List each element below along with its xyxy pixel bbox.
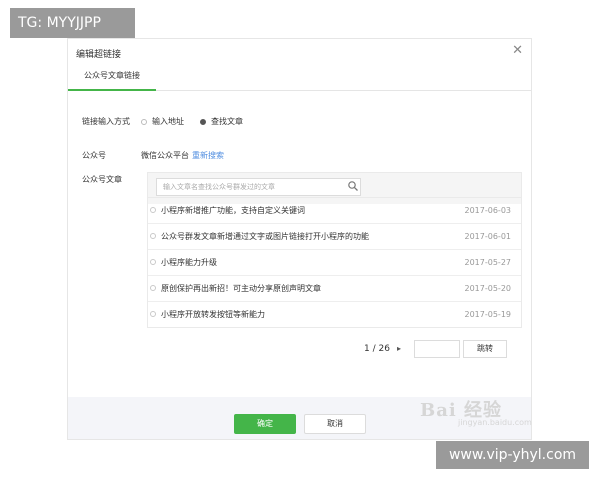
page-jump-input[interactable] bbox=[414, 340, 460, 358]
search-icon[interactable] bbox=[347, 180, 359, 192]
article-item[interactable]: 小程序能力升级 2017-05-27 bbox=[148, 250, 521, 276]
radio-selected-icon bbox=[200, 118, 206, 125]
cancel-button[interactable]: 取消 bbox=[304, 414, 366, 434]
radio-icon bbox=[150, 311, 156, 317]
next-page-icon[interactable]: ▸ bbox=[397, 344, 401, 353]
radio-icon bbox=[150, 259, 156, 265]
article-date: 2017-06-01 bbox=[464, 232, 512, 241]
radio-label: 查找文章 bbox=[211, 117, 243, 126]
page-jump-button[interactable]: 跳转 bbox=[463, 340, 507, 358]
article-title: 公众号群发文章新增通过文字或图片链接打开小程序的功能 bbox=[161, 232, 369, 241]
dialog-tabs: 公众号文章链接 bbox=[68, 63, 531, 91]
tab-article-link[interactable]: 公众号文章链接 bbox=[68, 63, 156, 91]
article-item[interactable]: 公众号群发文章新增通过文字或图片链接打开小程序的功能 2017-06-01 bbox=[148, 224, 521, 250]
article-list: 小程序新增推广功能，支持自定义关键词 2017-06-03 公众号群发文章新增通… bbox=[147, 197, 522, 328]
watermark-bottom-right: www.vip-yhyl.com bbox=[436, 441, 589, 469]
article-item[interactable]: 小程序开放转发按钮等新能力 2017-05-19 bbox=[148, 302, 521, 327]
baidu-watermark-url: jingyan.baidu.com bbox=[458, 418, 532, 427]
article-date: 2017-06-03 bbox=[464, 206, 512, 215]
article-title: 小程序新增推广功能，支持自定义关键词 bbox=[161, 206, 305, 215]
input-method-label: 链接输入方式 bbox=[82, 117, 130, 126]
article-date: 2017-05-27 bbox=[464, 258, 512, 267]
radio-label: 输入地址 bbox=[152, 117, 184, 126]
account-label: 公众号 bbox=[82, 151, 106, 160]
confirm-button[interactable]: 确定 bbox=[234, 414, 296, 434]
close-icon[interactable]: ✕ bbox=[512, 43, 523, 58]
article-title: 小程序开放转发按钮等新能力 bbox=[161, 310, 265, 319]
article-search-input[interactable] bbox=[156, 178, 361, 196]
account-name: 微信公众平台 bbox=[141, 151, 189, 160]
radio-input-address[interactable]: 输入地址 bbox=[141, 116, 184, 127]
reselect-link[interactable]: 重新搜索 bbox=[192, 150, 224, 161]
article-date: 2017-05-20 bbox=[464, 284, 512, 293]
dialog-title: 编辑超链接 bbox=[76, 50, 122, 60]
edit-hyperlink-dialog: 编辑超链接 ✕ 公众号文章链接 链接输入方式 输入地址 查找文章 公众号 微信公… bbox=[67, 38, 532, 440]
radio-icon bbox=[141, 118, 147, 125]
radio-icon bbox=[150, 285, 156, 291]
articles-label: 公众号文章 bbox=[82, 175, 122, 184]
radio-find-article[interactable]: 查找文章 bbox=[200, 116, 243, 127]
watermark-top-left: TG: MYYJJPP bbox=[10, 8, 135, 38]
article-item[interactable]: 小程序新增推广功能，支持自定义关键词 2017-06-03 bbox=[148, 198, 521, 224]
article-date: 2017-05-19 bbox=[464, 310, 512, 319]
radio-icon bbox=[150, 207, 156, 213]
radio-icon bbox=[150, 233, 156, 239]
article-title: 原创保护再出新招！可主动分享原创声明文章 bbox=[161, 284, 321, 293]
article-title: 小程序能力升级 bbox=[161, 258, 217, 267]
page-indicator: 1 / 26 bbox=[364, 344, 390, 354]
article-item[interactable]: 原创保护再出新招！可主动分享原创声明文章 2017-05-20 bbox=[148, 276, 521, 302]
